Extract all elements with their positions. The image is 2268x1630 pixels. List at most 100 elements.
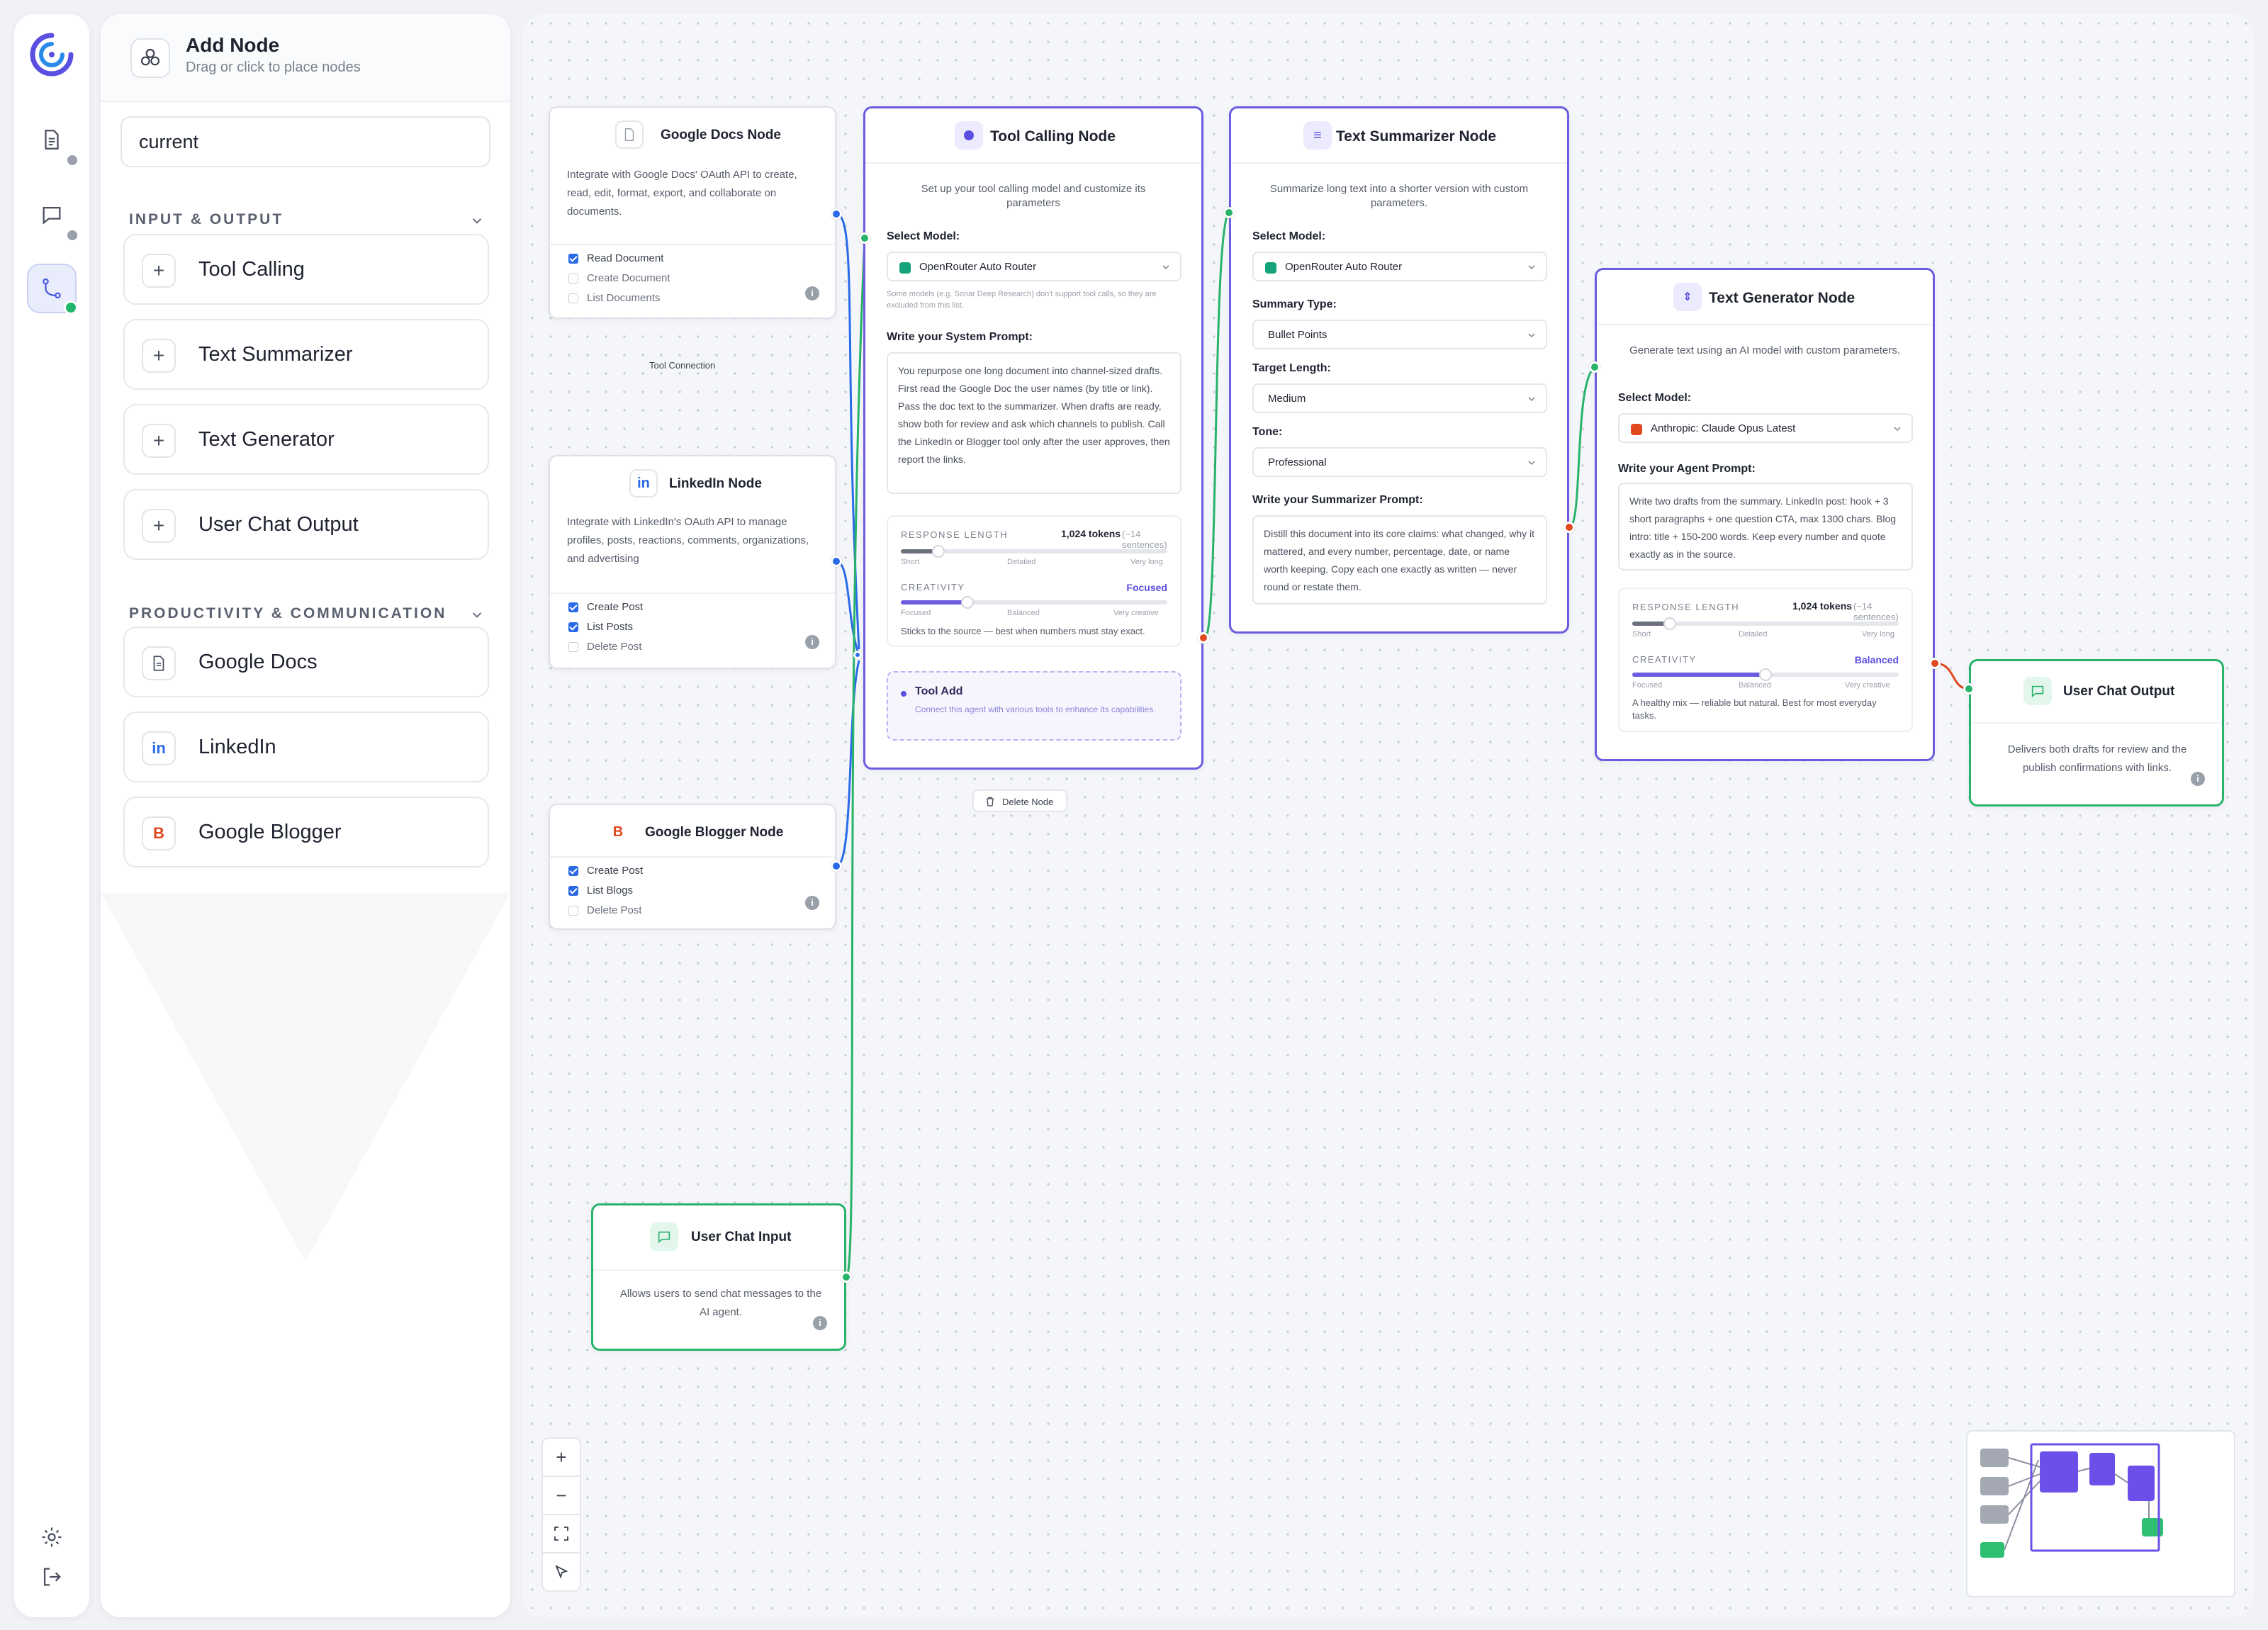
response-length-slider[interactable] bbox=[1632, 617, 1899, 630]
handle-tool-out[interactable] bbox=[1198, 632, 1209, 643]
tool-add-dropzone[interactable]: Tool Add Connect this agent with various… bbox=[887, 671, 1181, 741]
option-label: Create Document bbox=[587, 272, 670, 284]
slider-knob[interactable] bbox=[1759, 668, 1772, 681]
node-title: User Chat Output bbox=[2063, 684, 2175, 699]
option-label: Read Document bbox=[587, 252, 664, 264]
tick-label: Very long bbox=[1130, 558, 1163, 566]
checkbox-read-document[interactable] bbox=[568, 254, 578, 264]
divider bbox=[1971, 722, 2222, 724]
tool-add-desc: Connect this agent with various tools to… bbox=[915, 704, 1156, 714]
section-input-output[interactable]: INPUT & OUTPUT bbox=[129, 211, 284, 228]
info-icon[interactable]: i bbox=[805, 635, 819, 649]
documents-nav-button[interactable] bbox=[27, 115, 79, 167]
tick-label: Very creative bbox=[1845, 681, 1890, 690]
document-icon bbox=[142, 646, 176, 680]
text-generator-node[interactable]: ⇕ Text Generator Node Generate text usin… bbox=[1595, 268, 1935, 761]
response-length-slider[interactable] bbox=[901, 545, 1167, 558]
chevron-down-icon[interactable] bbox=[469, 213, 485, 228]
text-summarizer-node[interactable]: ≡ Text Summarizer Node Summarize long te… bbox=[1229, 106, 1569, 634]
checkbox-list-blogs[interactable] bbox=[568, 886, 578, 896]
model-select[interactable]: OpenRouter Auto Router bbox=[1252, 252, 1547, 281]
agent-prompt-textarea[interactable]: Write two drafts from the summary. Linke… bbox=[1618, 483, 1913, 570]
panel-item-user-chat-output[interactable]: + User Chat Output bbox=[123, 489, 489, 560]
info-icon[interactable]: i bbox=[813, 1316, 827, 1330]
target-length-select[interactable]: Medium bbox=[1252, 383, 1547, 413]
handle-blogger-out[interactable] bbox=[831, 860, 842, 872]
info-icon[interactable]: i bbox=[2191, 772, 2205, 786]
handle-tool-connect[interactable] bbox=[853, 651, 862, 659]
select-value: OpenRouter Auto Router bbox=[919, 261, 1037, 273]
fit-view-button[interactable] bbox=[541, 1514, 581, 1553]
panel-item-text-generator[interactable]: + Text Generator bbox=[123, 404, 489, 475]
logout-button[interactable] bbox=[27, 1552, 77, 1602]
chat-icon bbox=[43, 206, 61, 225]
system-prompt-textarea[interactable]: You repurpose one long document into cha… bbox=[887, 352, 1181, 494]
model-select[interactable]: Anthropic: Claude Opus Latest bbox=[1618, 413, 1913, 443]
info-icon[interactable]: i bbox=[805, 286, 819, 300]
creativity-slider[interactable] bbox=[1632, 668, 1899, 681]
handle-summarizer-in[interactable] bbox=[1223, 207, 1235, 218]
zoom-in-button[interactable]: + bbox=[541, 1437, 581, 1477]
handle-generator-out[interactable] bbox=[1929, 658, 1941, 669]
tick-label: Short bbox=[1632, 630, 1651, 639]
node-title: LinkedIn Node bbox=[669, 476, 762, 491]
handle-input-out[interactable] bbox=[841, 1271, 852, 1283]
tone-select[interactable]: Professional bbox=[1252, 447, 1547, 477]
creativity-slider[interactable] bbox=[901, 596, 1167, 609]
panel-item-tool-calling[interactable]: + Tool Calling bbox=[123, 234, 489, 305]
tool-calling-node[interactable]: Tool Calling Node Set up your tool calli… bbox=[863, 106, 1203, 770]
summary-type-select[interactable]: Bullet Points bbox=[1252, 320, 1547, 349]
user-chat-output-node[interactable]: User Chat Output Delivers both drafts fo… bbox=[1969, 659, 2224, 806]
node-search-input[interactable] bbox=[120, 116, 490, 167]
tick-label: Very long bbox=[1862, 630, 1894, 639]
field-label: Write your Summarizer Prompt: bbox=[1252, 494, 1423, 506]
handle-generator-in[interactable] bbox=[1589, 361, 1600, 373]
plus-icon: + bbox=[142, 509, 176, 543]
section-productivity[interactable]: PRODUCTIVITY & COMMUNICATION bbox=[129, 605, 447, 622]
slider-knob[interactable] bbox=[931, 545, 945, 558]
trash-icon bbox=[987, 797, 994, 806]
minimap[interactable] bbox=[1966, 1430, 2235, 1597]
handle-tool-in[interactable] bbox=[859, 232, 870, 244]
model-provider-icon bbox=[1631, 424, 1642, 435]
param-value: Balanced bbox=[1854, 654, 1899, 665]
node-title: Text Summarizer Node bbox=[1336, 128, 1497, 145]
checkbox-create-post[interactable] bbox=[568, 866, 578, 876]
panel-item-google-docs[interactable]: Google Docs bbox=[123, 626, 489, 697]
slider-knob[interactable] bbox=[961, 596, 974, 609]
handle-docs-out[interactable] bbox=[831, 208, 842, 220]
lock-view-button[interactable] bbox=[541, 1552, 581, 1592]
tick-label: Short bbox=[901, 558, 920, 566]
panel-item-google-blogger[interactable]: B Google Blogger bbox=[123, 797, 489, 867]
chat-nav-button[interactable] bbox=[27, 190, 79, 242]
checkbox-delete-post[interactable] bbox=[568, 642, 578, 652]
checkbox-list-posts[interactable] bbox=[568, 622, 578, 632]
user-chat-input-node[interactable]: User Chat Input Allows users to send cha… bbox=[591, 1203, 846, 1351]
delete-node-button[interactable]: Delete Node bbox=[972, 789, 1067, 812]
handle-summarizer-out[interactable] bbox=[1564, 522, 1575, 533]
param-value: 1,024 tokens bbox=[1061, 528, 1121, 539]
checkbox-delete-post[interactable] bbox=[568, 906, 578, 916]
checkbox-create-post[interactable] bbox=[568, 602, 578, 612]
chevron-down-icon[interactable] bbox=[469, 607, 485, 622]
zoom-out-button[interactable]: − bbox=[541, 1476, 581, 1515]
google-docs-node[interactable]: Google Docs Node Integrate with Google D… bbox=[549, 106, 836, 319]
app-logo[interactable] bbox=[27, 30, 77, 79]
select-value: OpenRouter Auto Router bbox=[1285, 261, 1403, 273]
info-icon[interactable]: i bbox=[805, 896, 819, 910]
panel-item-linkedin[interactable]: in LinkedIn bbox=[123, 712, 489, 782]
checkbox-list-documents[interactable] bbox=[568, 293, 578, 303]
workflow-nav-button[interactable] bbox=[27, 264, 78, 315]
param-value: Focused bbox=[1126, 582, 1167, 593]
slider-knob[interactable] bbox=[1663, 617, 1676, 630]
handle-output-in[interactable] bbox=[1963, 683, 1975, 695]
panel-item-text-summarizer[interactable]: + Text Summarizer bbox=[123, 319, 489, 390]
select-value: Anthropic: Claude Opus Latest bbox=[1651, 422, 1796, 434]
linkedin-node[interactable]: in LinkedIn Node Integrate with LinkedIn… bbox=[549, 455, 836, 669]
chevron-down-icon bbox=[1162, 265, 1169, 270]
checkbox-create-document[interactable] bbox=[568, 274, 578, 283]
model-select[interactable]: OpenRouter Auto Router bbox=[887, 252, 1181, 281]
summarizer-prompt-textarea[interactable]: Distill this document into its core clai… bbox=[1252, 515, 1547, 605]
google-blogger-node[interactable]: B Google Blogger Node Create Post List B… bbox=[549, 804, 836, 930]
handle-linkedin-out[interactable] bbox=[831, 556, 842, 567]
